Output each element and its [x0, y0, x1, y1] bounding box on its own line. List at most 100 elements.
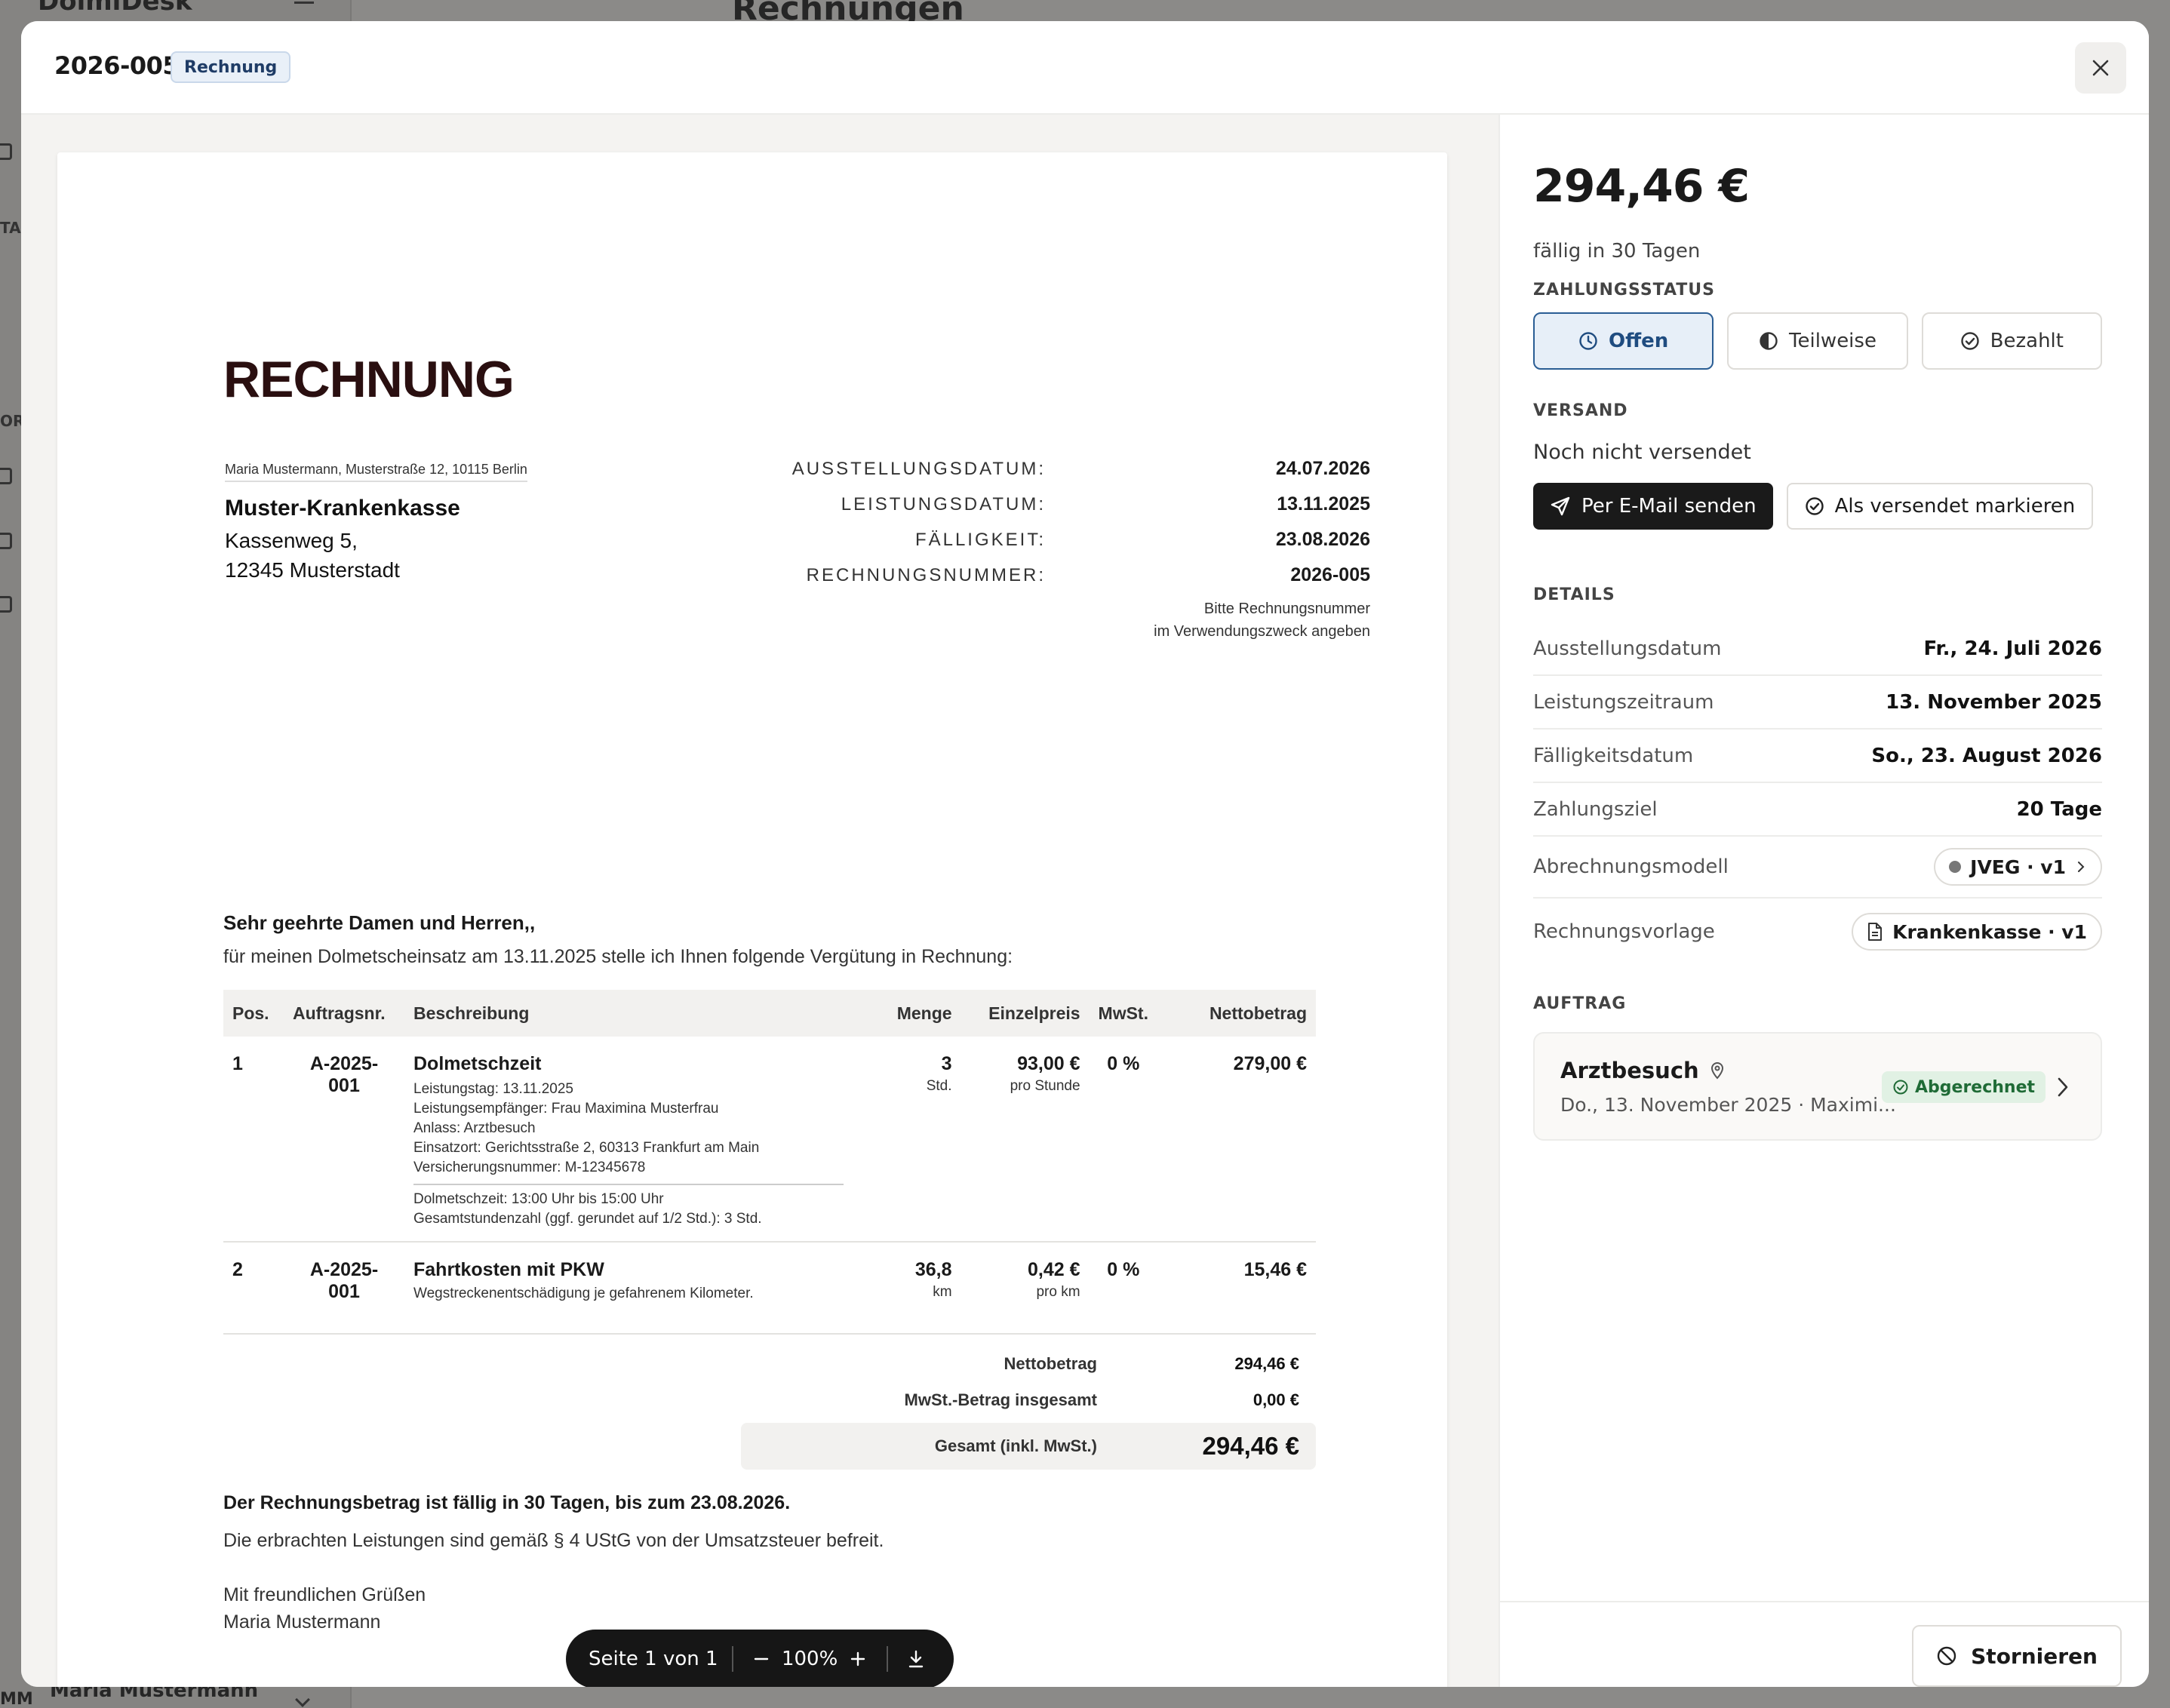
detail-value: 20 Tage: [2016, 797, 2102, 821]
item-order-line: A-2025-: [309, 1053, 379, 1074]
item-title: Dolmetschzeit: [413, 1053, 542, 1074]
status-paid-label: Bezahlt: [1990, 330, 2064, 352]
detail-label: Ausstellungsdatum: [1533, 637, 1722, 660]
meta-label: LEISTUNGSDATUM:: [841, 493, 1046, 515]
item-detail-line: Wegstreckenentschädigung je gefahrenem K…: [413, 1286, 754, 1301]
download-button[interactable]: [902, 1644, 931, 1674]
ban-icon: [1937, 1646, 1956, 1666]
item-detail-line: Versicherungsnummer: M-12345678: [413, 1160, 646, 1175]
cancel-invoice-button[interactable]: Stornieren: [1912, 1625, 2122, 1687]
order-title: Arztbesuch: [1560, 1058, 1699, 1083]
item-order-line: 001: [328, 1075, 360, 1096]
document-icon: [1868, 923, 1883, 941]
item-vat: 0 %: [1107, 1053, 1140, 1074]
background-nav-icon: [0, 468, 12, 484]
model-dot-icon: [1949, 861, 1962, 873]
status-paid-button[interactable]: Bezahlt: [1921, 312, 2102, 370]
recipient-name: Muster-Krankenkasse: [225, 496, 460, 521]
meta-note-line: Bitte Rechnungsnummer: [1203, 601, 1370, 617]
order-card[interactable]: Arztbesuch Do., 13. November 2025 · Maxi…: [1533, 1032, 2102, 1141]
background-brand: DolmiDesk: [38, 0, 192, 17]
closing-line: Mit freundlichen Grüßen: [223, 1584, 426, 1605]
sender-line: Maria Mustermann, Musterstraße 12, 10115…: [225, 462, 527, 482]
detail-value: Fr., 24. Juli 2026: [1923, 637, 2102, 660]
col-net: Nettobetrag: [1157, 990, 1316, 1037]
invoice-modal: 2026-005 Rechnung RECHNUNG Maria Musterm…: [21, 21, 2149, 1687]
page-indicator: Seite 1 von 1: [589, 1648, 718, 1670]
detail-billing-model: Abrechnungsmodell JVEG · v1: [1533, 837, 2102, 899]
item-net: 279,00 €: [1233, 1053, 1307, 1074]
order-subtitle: Do., 13. November 2025 · Maximi...: [1560, 1094, 1896, 1116]
detail-due-date: Fälligkeitsdatum So., 23. August 2026: [1533, 730, 2102, 783]
col-vat: MwSt.: [1089, 990, 1157, 1037]
meta-note: Bitte Rechnungsnummer im Verwendungszwec…: [736, 597, 1370, 643]
item-qty-unit: km: [933, 1284, 952, 1300]
item-desc: Dolmetschzeit Leistungstag: 13.11.2025 L…: [404, 1037, 886, 1242]
shipping-status: Noch nicht versendet: [1533, 441, 1751, 464]
shipping-label: VERSAND: [1533, 401, 1628, 420]
mark-sent-label: Als versendet markieren: [1834, 495, 2076, 518]
zoom-in-button[interactable]: [843, 1644, 872, 1674]
send-email-button[interactable]: Per E-Mail senden: [1533, 483, 1773, 530]
invoice-side-panel: 294,46 € fällig in 30 Tagen ZAHLUNGSSTAT…: [1498, 115, 2149, 1687]
order-open-button[interactable]: [2055, 1076, 2070, 1098]
item-detail-line: Anlass: Arztbesuch: [413, 1120, 536, 1136]
background-nav-icon: [0, 143, 12, 160]
closing: Mit freundlichen Grüßen Maria Mustermann: [223, 1581, 426, 1636]
detail-payment-terms: Zahlungsziel 20 Tage: [1533, 783, 2102, 837]
meta-label: FÄLLIGKEIT:: [914, 529, 1046, 550]
item-title: Fahrtkosten mit PKW: [413, 1259, 604, 1280]
item-net: 15,46 €: [1243, 1259, 1307, 1280]
totals-vat-value: 0,00 €: [1253, 1390, 1299, 1409]
payment-status-group: Offen Teilweise Bezahlt: [1533, 312, 2102, 370]
item-detail-line: Leistungstag: 13.11.2025: [413, 1081, 573, 1097]
col-pos: Pos.: [223, 990, 284, 1037]
zoom-out-button[interactable]: [747, 1644, 776, 1674]
detail-label: Leistungszeitraum: [1533, 690, 1714, 714]
background-nav-icon: [0, 596, 12, 613]
recipient-city: 12345 Musterstadt: [225, 558, 400, 582]
billing-model-chip[interactable]: JVEG · v1: [1934, 848, 2102, 886]
order-title-row: Arztbesuch: [1560, 1058, 1725, 1083]
template-chip[interactable]: Krankenkasse · v1: [1852, 913, 2102, 951]
meta-label: RECHNUNGSNUMMER:: [806, 564, 1046, 585]
item-vat: 0 %: [1107, 1259, 1140, 1280]
detail-label: Zahlungsziel: [1533, 797, 1658, 821]
col-order: Auftragsnr.: [284, 990, 404, 1037]
status-open-button[interactable]: Offen: [1533, 312, 1714, 370]
totals-vat-label: MwSt.-Betrag insgesamt: [904, 1390, 1098, 1409]
table-row: 2 A-2025- 001 Fahrtkosten mit PKW Wegstr…: [223, 1242, 1316, 1334]
meta-value: 23.08.2026: [1275, 529, 1370, 550]
background-avatar: MM: [0, 1690, 33, 1708]
status-partial-button[interactable]: Teilweise: [1727, 312, 1908, 370]
minus-icon: [755, 1657, 769, 1660]
order-status-text: Abgerechnet: [1915, 1077, 2036, 1097]
document-preview[interactable]: RECHNUNG Maria Mustermann, Musterstraße …: [21, 115, 1498, 1687]
check-circle-icon: [1960, 332, 1979, 350]
items-table: Pos. Auftragsnr. Beschreibung Menge Einz…: [223, 990, 1316, 1335]
item-order: A-2025- 001: [284, 1037, 404, 1242]
mark-sent-button[interactable]: Als versendet markieren: [1786, 483, 2094, 530]
totals-net-label: Nettobetrag: [1004, 1354, 1097, 1373]
item-order: A-2025- 001: [284, 1242, 404, 1334]
check-circle-icon: [1805, 497, 1824, 515]
order-status-badge: Abgerechnet: [1882, 1071, 2046, 1103]
item-detail-line: Einsatzort: Gerichtsstraße 2, 60313 Fran…: [413, 1140, 760, 1156]
meta-value: 13.11.2025: [1277, 493, 1370, 515]
item-pos: 1: [232, 1053, 243, 1074]
item-desc: Fahrtkosten mit PKW Wegstreckenentschädi…: [404, 1242, 886, 1334]
due-note: Der Rechnungsbetrag ist fällig in 30 Tag…: [223, 1492, 791, 1513]
item-unit-price-value: 93,00 €: [1017, 1053, 1080, 1074]
close-icon: [2092, 60, 2109, 76]
table-row: 1 A-2025- 001 Dolmetschzeit Leistungstag…: [223, 1037, 1316, 1242]
item-extra: Dolmetschzeit: 13:00 Uhr bis 15:00 Uhr G…: [413, 1184, 844, 1229]
item-order-line: A-2025-: [309, 1259, 379, 1280]
close-button[interactable]: [2075, 42, 2126, 94]
detail-issue-date: Ausstellungsdatum Fr., 24. Juli 2026: [1533, 623, 2102, 676]
item-unit-price-unit: pro Stunde: [1010, 1078, 1080, 1094]
totals-gross-label: Gesamt (inkl. MwSt.): [934, 1436, 1097, 1455]
total-amount: 294,46 €: [1533, 160, 1750, 213]
status-partial-label: Teilweise: [1789, 330, 1876, 352]
location-pin-icon: [1710, 1062, 1723, 1080]
meta-label: AUSSTELLUNGSDATUM:: [791, 458, 1046, 479]
